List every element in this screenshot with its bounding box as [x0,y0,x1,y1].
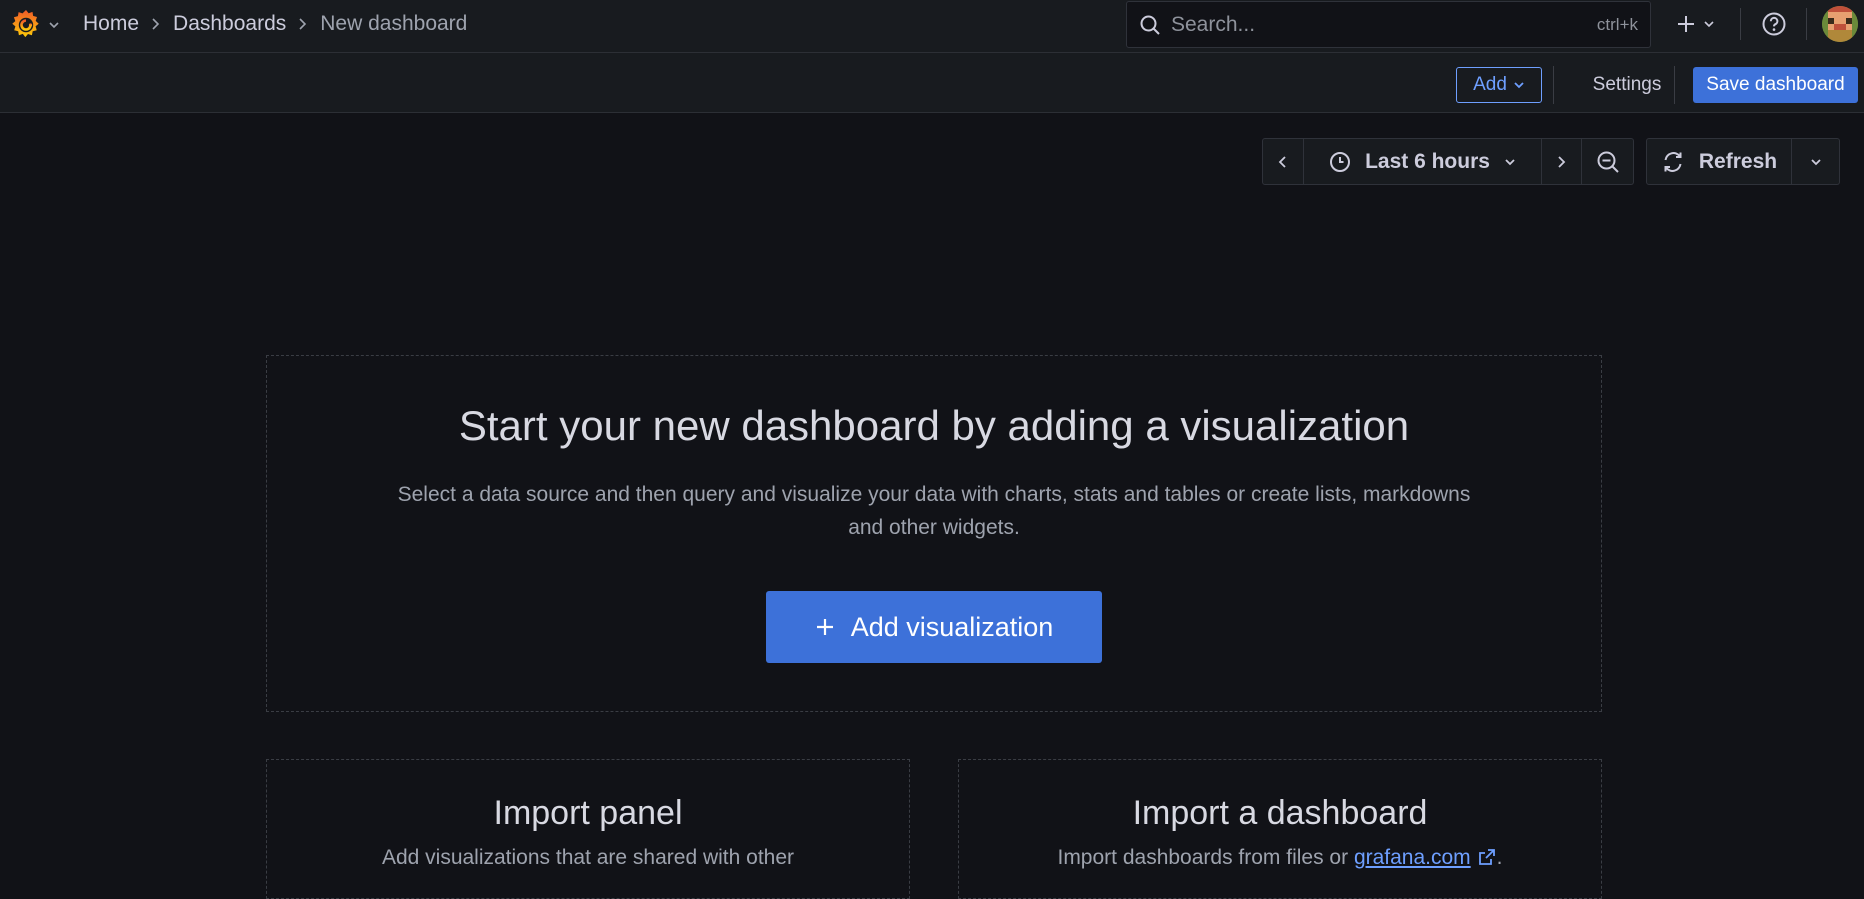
add-button[interactable]: Add [1456,67,1542,103]
time-range-label: Last 6 hours [1365,149,1490,173]
refresh-controls: Refresh [1646,138,1840,185]
divider [1806,8,1807,40]
refresh-interval-picker[interactable] [1792,138,1840,185]
divider [1740,8,1741,40]
chevron-down-icon [1704,21,1714,28]
import-dashboard-description: Import dashboards from files or grafana.… [959,846,1601,870]
import-panel-title: Import panel [493,794,683,832]
refresh-icon [1664,151,1682,172]
empty-state-title: Start your new dashboard by adding a vis… [458,402,1410,449]
zoom-out-icon [1597,151,1619,173]
add-visualization-card: Start your new dashboard by adding a vis… [266,355,1602,712]
import-dashboard-text: Import dashboards from files or [1057,846,1354,869]
divider [1674,66,1675,104]
search-input[interactable]: Search... ctrl+k [1126,1,1651,48]
import-panel-description: Add visualizations that are shared with … [381,846,795,869]
breadcrumb-current-page: New dashboard [320,12,468,35]
chevron-right-icon [1557,155,1565,168]
external-link-icon [1478,849,1495,865]
grafana-logo-icon [12,10,39,38]
zoom-out-button[interactable] [1582,138,1634,185]
chevron-down-icon [1810,158,1821,165]
add-button-label: Add [1473,74,1507,95]
import-dashboard-text-end: . [1496,846,1503,869]
settings-button[interactable]: Settings [1568,67,1686,103]
import-dashboard-card: Import a dashboard Import dashboards fro… [958,759,1602,899]
refresh-label: Refresh [1698,149,1778,173]
chevron-right-icon [139,12,173,36]
breadcrumb-dashboards[interactable]: Dashboards [173,12,286,36]
save-dashboard-button[interactable]: Save dashboard [1693,67,1858,103]
top-navigation-bar: Home Dashboards New dashboard Search... … [0,0,1864,53]
divider [1553,66,1554,104]
user-avatar[interactable] [1822,6,1858,42]
plus-icon [816,619,833,635]
time-range-picker[interactable]: Last 6 hours [1304,138,1542,185]
grafana-home-menu[interactable] [8,7,62,43]
search-placeholder: Search... [1171,12,1256,36]
chevron-left-icon [1278,155,1286,168]
chevron-down-icon [1505,158,1515,165]
refresh-button[interactable]: Refresh [1646,138,1792,185]
chevron-right-icon [286,12,320,36]
help-circle-icon [1762,12,1786,36]
import-panel-card: Import panel Add visualizations that are… [266,759,910,899]
breadcrumb-home[interactable]: Home [83,12,139,36]
plus-icon [1678,16,1694,32]
search-icon [1140,15,1160,35]
new-menu-button[interactable] [1668,0,1722,48]
help-button[interactable] [1758,0,1790,48]
time-range-back-button[interactable] [1262,138,1304,185]
grafana-com-link[interactable]: grafana.com [1354,846,1471,869]
add-visualization-label: Add visualization [850,611,1054,642]
search-shortcut: ctrl+k [1596,14,1638,34]
empty-state-description: Select a data source and then query and … [397,483,1471,539]
clock-icon [1330,151,1351,172]
time-range-forward-button[interactable] [1542,138,1582,185]
breadcrumb: Home Dashboards New dashboard [83,0,467,48]
dashboard-toolbar: Add Settings Save dashboard [0,53,1864,113]
add-visualization-button[interactable]: Add visualization [766,591,1102,663]
chevron-down-icon [1514,82,1524,89]
avatar-image [1822,6,1858,42]
import-dashboard-title: Import a dashboard [1132,794,1428,832]
time-range-controls: Last 6 hours [1262,138,1634,185]
chevron-down-icon [49,22,59,29]
